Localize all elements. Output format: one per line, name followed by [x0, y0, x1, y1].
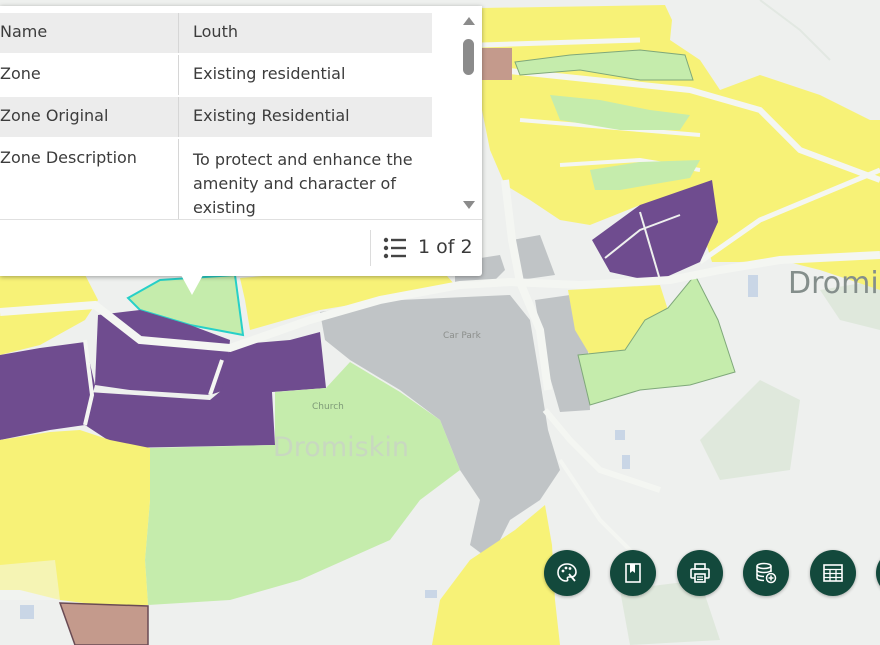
attribute-key: Zone Original [0, 97, 179, 137]
attribute-key: Zone [0, 55, 179, 95]
popup-footer: 1 of 2 [0, 219, 482, 277]
table-icon [823, 564, 843, 582]
basemap-button[interactable] [544, 550, 590, 596]
attribute-table-button[interactable] [810, 550, 856, 596]
printer-icon [690, 563, 710, 583]
attribute-row: Zone Description To protect and enhance … [0, 139, 432, 219]
attribute-row: Zone Original Existing Residential [0, 97, 432, 139]
attribute-value: Existing residential [193, 64, 346, 83]
print-button[interactable] [677, 550, 723, 596]
bookmarks-button[interactable] [610, 550, 656, 596]
scroll-down-arrow-icon[interactable] [463, 201, 475, 209]
feature-pager[interactable]: 1 of 2 [418, 236, 473, 258]
attribute-value: Louth [193, 22, 238, 41]
attribute-row: Zone Existing residential [0, 55, 432, 97]
database-add-icon [756, 562, 777, 584]
scroll-thumb[interactable] [463, 39, 474, 75]
popup-pointer [181, 275, 203, 295]
palette-icon [557, 563, 577, 582]
popup-scrollbar[interactable] [459, 13, 477, 219]
feature-popup: Name Louth Zone Existing residential Zon… [0, 6, 482, 276]
attribute-value: To protect and enhance the amenity and c… [193, 150, 413, 217]
attribute-key: Name [0, 13, 179, 53]
add-data-button[interactable] [743, 550, 789, 596]
scroll-up-arrow-icon[interactable] [463, 17, 475, 25]
attribute-table: Name Louth Zone Existing residential Zon… [0, 13, 432, 219]
attribute-row: Name Louth [0, 13, 432, 55]
footer-divider [370, 230, 371, 266]
bookmark-icon [625, 563, 641, 583]
attribute-key: Zone Description [0, 139, 179, 219]
feature-list-icon[interactable] [383, 237, 407, 259]
attribute-value: Existing Residential [193, 106, 350, 125]
